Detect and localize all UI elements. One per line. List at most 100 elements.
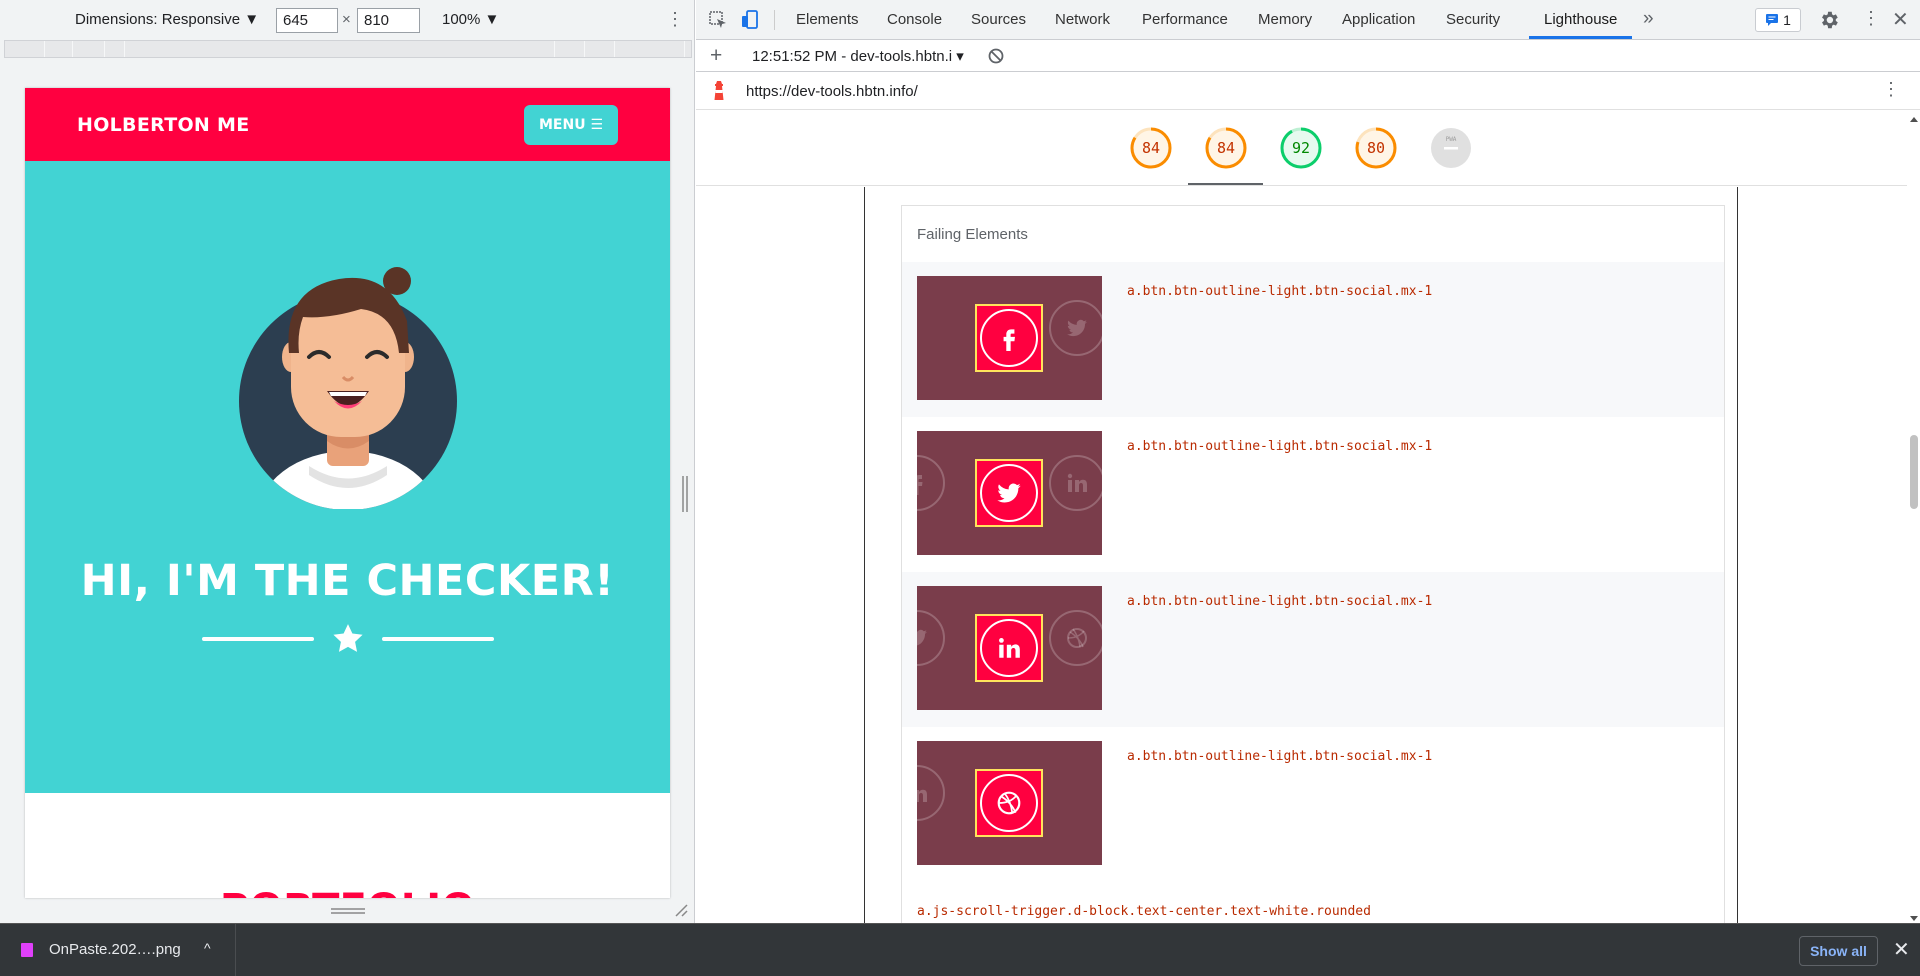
scroll-down-arrow[interactable] — [1910, 916, 1918, 921]
emulated-viewport: HOLBERTON ME MENU ☰ HI, I'M THE CHECKER! — [25, 88, 670, 898]
star-icon — [333, 624, 363, 652]
resize-handle-right[interactable] — [681, 476, 689, 512]
report-column: Failing Elements a.btn.btn-outline-light… — [864, 187, 1738, 923]
hero-title: HI, I'M THE CHECKER! — [80, 556, 615, 606]
focused-button — [975, 304, 1043, 372]
device-toolbar: Dimensions: Responsive ▼ × 100% ▼ ⋮ — [0, 0, 694, 40]
device-emulation-pane: Dimensions: Responsive ▼ × 100% ▼ ⋮ HOLB… — [0, 0, 695, 923]
failing-element-row[interactable]: a.btn.btn-outline-light.btn-social.mx-1 — [902, 262, 1724, 417]
focused-button — [975, 769, 1043, 837]
linkedin-icon — [999, 638, 1020, 658]
zoom-dropdown[interactable]: 100% ▼ — [442, 11, 499, 28]
tab-console[interactable]: Console — [887, 11, 942, 28]
report-more-icon[interactable]: ⋮ — [1882, 79, 1900, 100]
focused-button — [975, 614, 1043, 682]
score-gauge-accessibility[interactable]: 84 — [1204, 126, 1248, 170]
dribbble-icon — [997, 791, 1021, 815]
more-tabs-icon[interactable]: » — [1643, 8, 1654, 30]
twitter-ghost-icon — [1049, 300, 1102, 356]
failing-element-row[interactable]: a.btn.btn-outline-light.btn-social.mx-1 — [902, 572, 1724, 727]
element-selector: a.btn.btn-outline-light.btn-social.mx-1 — [1127, 594, 1433, 609]
inspect-element-icon[interactable] — [708, 10, 728, 30]
devtools-panel: Elements Console Sources Network Perform… — [696, 0, 1920, 923]
download-options-caret-icon[interactable]: ^ — [204, 940, 211, 956]
focused-button — [975, 459, 1043, 527]
twitter-icon — [997, 483, 1021, 503]
media-query-ruler[interactable] — [4, 40, 692, 58]
image-file-icon — [21, 943, 33, 957]
element-selector: a.btn.btn-outline-light.btn-social.mx-1 — [1127, 439, 1433, 454]
tab-security[interactable]: Security — [1446, 11, 1500, 28]
twitter-ghost-icon — [917, 610, 945, 666]
linkedin-ghost-icon — [917, 765, 945, 821]
tab-lighthouse[interactable]: Lighthouse — [1544, 11, 1617, 28]
tab-network[interactable]: Network — [1055, 11, 1110, 28]
score-gauge-best-practices[interactable]: 92 — [1279, 126, 1323, 170]
svg-text:80: 80 — [1367, 139, 1385, 157]
svg-text:84: 84 — [1217, 139, 1235, 157]
menu-button[interactable]: MENU ☰ — [523, 104, 618, 145]
download-file-name[interactable]: OnPaste.202….png — [49, 941, 181, 958]
score-gauge-seo[interactable]: 80 — [1354, 126, 1398, 170]
devtools-tabbar: Elements Console Sources Network Perform… — [696, 0, 1920, 40]
site-navbar: HOLBERTON ME MENU ☰ — [25, 88, 670, 161]
issues-badge[interactable]: 1 — [1755, 8, 1801, 32]
dimensions-dropdown[interactable]: Dimensions: Responsive ▼ — [75, 11, 259, 28]
dribbble-ghost-icon — [1049, 610, 1102, 666]
score-gauge-pwa[interactable]: PWA — [1429, 126, 1473, 170]
linkedin-ghost-icon — [1049, 455, 1102, 511]
element-selector: a.btn.btn-outline-light.btn-social.mx-1 — [1127, 749, 1433, 764]
device-height-input[interactable] — [357, 8, 420, 33]
report-scrollbar[interactable] — [1907, 115, 1920, 923]
facebook-ghost-icon — [917, 455, 945, 511]
tab-sources[interactable]: Sources — [971, 11, 1026, 28]
tab-memory[interactable]: Memory — [1258, 11, 1312, 28]
failing-element-row[interactable]: a.btn.btn-outline-light.btn-social.mx-1 — [902, 727, 1724, 882]
score-gauge-performance[interactable]: 84 — [1129, 126, 1173, 170]
element-screenshot — [917, 276, 1102, 400]
clear-reports-icon[interactable] — [988, 48, 1004, 64]
facebook-icon — [1003, 329, 1015, 351]
settings-gear-icon[interactable] — [1818, 9, 1840, 31]
avatar-illustration — [239, 267, 457, 509]
active-tab-indicator — [1529, 36, 1632, 39]
element-screenshot — [917, 586, 1102, 710]
scrollbar-thumb[interactable] — [1910, 435, 1918, 509]
element-screenshot — [917, 431, 1102, 555]
tab-application[interactable]: Application — [1342, 11, 1415, 28]
resize-handle-corner[interactable] — [674, 903, 688, 917]
element-selector: a.btn.btn-outline-light.btn-social.mx-1 — [1127, 284, 1433, 299]
download-item[interactable]: OnPaste.202….png ^ — [0, 924, 236, 976]
show-all-button[interactable]: Show all — [1799, 936, 1878, 966]
failing-element-row[interactable]: a.btn.btn-outline-light.btn-social.mx-1 — [902, 417, 1724, 572]
scroll-up-arrow[interactable] — [1910, 117, 1918, 122]
device-toolbar-icon[interactable] — [740, 10, 760, 30]
element-selector: a.js-scroll-trigger.d-block.text-center.… — [917, 904, 1371, 919]
audited-url[interactable]: https://dev-tools.hbtn.info/ — [746, 83, 918, 100]
portfolio-heading: PORTFOLIO — [25, 886, 670, 898]
lighthouse-report: Failing Elements a.btn.btn-outline-light… — [696, 187, 1920, 923]
devtools-more-icon[interactable]: ⋮ — [1862, 8, 1880, 29]
device-more-icon[interactable]: ⋮ — [666, 9, 684, 30]
new-report-icon[interactable]: + — [710, 44, 722, 68]
lighthouse-urlbar: https://dev-tools.hbtn.info/ ⋮ — [696, 72, 1920, 110]
download-bar: OnPaste.202….png ^ Show all ✕ — [0, 923, 1920, 976]
device-width-input[interactable] — [276, 8, 338, 33]
report-selector[interactable]: 12:51:52 PM - dev-tools.hbtn.i ▾ — [752, 47, 964, 65]
element-screenshot — [917, 741, 1102, 865]
dimension-separator: × — [342, 11, 351, 28]
close-download-bar-icon[interactable]: ✕ — [1893, 937, 1910, 962]
score-gauges: 84 84 92 80 PWA — [696, 110, 1920, 186]
svg-text:92: 92 — [1292, 139, 1310, 157]
selected-score-indicator — [1188, 183, 1263, 185]
close-devtools-icon[interactable]: ✕ — [1892, 7, 1909, 32]
tab-elements[interactable]: Elements — [796, 11, 859, 28]
site-brand[interactable]: HOLBERTON ME — [77, 114, 250, 136]
lighthouse-logo-icon — [714, 81, 724, 100]
masthead: HI, I'M THE CHECKER! — [25, 161, 670, 793]
svg-text:PWA: PWA — [1446, 136, 1457, 143]
message-icon — [1766, 14, 1779, 26]
tab-performance[interactable]: Performance — [1142, 11, 1228, 28]
resize-handle-bottom[interactable] — [331, 907, 365, 915]
issues-count: 1 — [1783, 12, 1791, 28]
